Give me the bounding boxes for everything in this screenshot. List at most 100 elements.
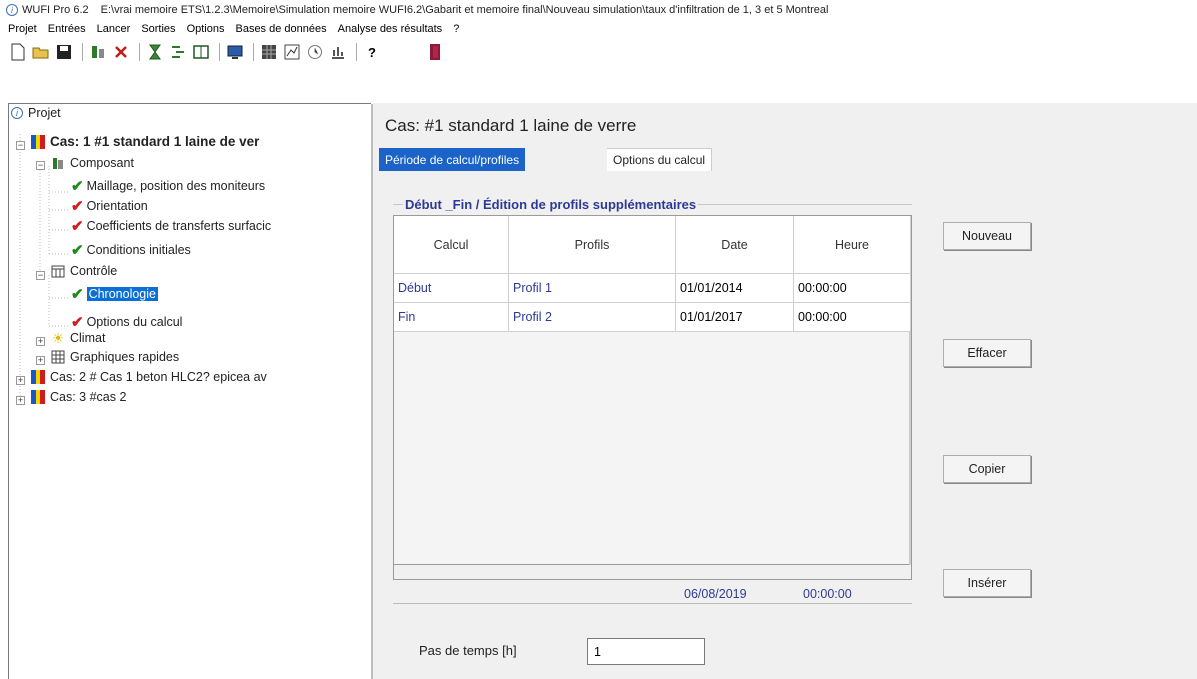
expand-graphiques-icon[interactable]: +: [36, 356, 45, 365]
expand-case2-icon[interactable]: +: [16, 376, 25, 385]
app-title: WUFI Pro 6.2: [22, 4, 89, 16]
menu-entrees[interactable]: Entrées: [48, 23, 86, 35]
open-folder-icon[interactable]: [31, 42, 51, 62]
exit-icon[interactable]: [425, 42, 445, 62]
cell-heure[interactable]: 00:00:00: [794, 274, 911, 303]
case-title: Cas: #1 standard 1 laine de verre: [385, 116, 637, 135]
cell-heure[interactable]: 00:00:00: [794, 303, 911, 332]
inserer-button[interactable]: Insérer: [943, 569, 1031, 597]
tree-label-projet: Projet: [28, 106, 61, 120]
grid-icon[interactable]: [259, 42, 279, 62]
collapse-composant-icon[interactable]: −: [36, 161, 45, 170]
checkmark-icon: ✔: [71, 242, 84, 259]
current-time: 00:00:00: [803, 587, 852, 601]
table-icon: [51, 350, 65, 364]
project-tree[interactable]: i Projet − Cas: 1 #1 standard 1 laine de…: [8, 103, 374, 679]
monitor-icon[interactable]: [225, 42, 245, 62]
tree-root-projet[interactable]: i Projet: [11, 106, 61, 120]
app-icon: i: [6, 4, 18, 16]
toolbar-separator: [253, 43, 254, 61]
sun-icon: ☀: [51, 329, 65, 346]
tree-controle[interactable]: Contrôle: [51, 264, 117, 278]
tree-label-controle: Contrôle: [70, 264, 118, 278]
tree-label-chronologie: Chronologie: [86, 287, 158, 301]
column-header-profils[interactable]: Profils: [509, 216, 676, 274]
title-bar: i WUFI Pro 6.2 E:\vrai memoire ETS\1.2.3…: [0, 0, 1197, 20]
menu-analyse[interactable]: Analyse des résultats: [338, 23, 443, 35]
menu-bases-de-donnees[interactable]: Bases de données: [235, 23, 326, 35]
column-header-calcul[interactable]: Calcul: [394, 216, 509, 274]
cell-date[interactable]: 01/01/2014: [676, 274, 794, 303]
info-icon: i: [11, 107, 23, 119]
column-header-date[interactable]: Date: [676, 216, 794, 274]
component-icon[interactable]: [88, 42, 108, 62]
tree-conditions[interactable]: ✔ Conditions initiales: [71, 241, 191, 259]
table-row[interactable]: Début Profil 1 01/01/2014 00:00:00: [394, 274, 911, 303]
table-header: Calcul Profils Date Heure: [394, 216, 911, 274]
cell-profil[interactable]: Profil 2: [509, 303, 676, 332]
menu-sorties[interactable]: Sorties: [141, 23, 175, 35]
tree-label-options-calcul: Options du calcul: [86, 315, 183, 329]
content-pane: Cas: #1 standard 1 laine de verre Périod…: [373, 103, 1197, 679]
tree-case3[interactable]: Cas: 3 #cas 2: [31, 390, 126, 404]
new-file-icon[interactable]: [8, 42, 28, 62]
tree-case1[interactable]: Cas: 1 #1 standard 1 laine de ver: [31, 134, 259, 149]
cell-calcul[interactable]: Début: [394, 274, 509, 303]
clock-icon[interactable]: [305, 42, 325, 62]
profiles-table[interactable]: Calcul Profils Date Heure Début Profil 1…: [393, 215, 912, 580]
checkmark-icon: ✔: [71, 286, 84, 303]
collapse-case1-icon[interactable]: −: [16, 141, 25, 150]
pas-de-temps-label: Pas de temps [h]: [419, 643, 517, 658]
save-icon[interactable]: [54, 42, 74, 62]
tree-composant[interactable]: Composant: [51, 156, 134, 170]
nouveau-button[interactable]: Nouveau: [943, 222, 1031, 250]
sequence-icon[interactable]: [168, 42, 188, 62]
expand-case3-icon[interactable]: +: [16, 396, 25, 405]
collapse-controle-icon[interactable]: −: [36, 271, 45, 280]
tab-options-calcul[interactable]: Options du calcul: [607, 148, 713, 171]
cell-calcul[interactable]: Fin: [394, 303, 509, 332]
column-header-heure[interactable]: Heure: [794, 216, 911, 274]
menu-help[interactable]: ?: [453, 23, 459, 35]
group-title: Début _Fin / Édition de profils suppléme…: [403, 197, 699, 212]
tree-maillage[interactable]: ✔ Maillage, position des moniteurs: [71, 177, 265, 195]
tree-label-maillage: Maillage, position des moniteurs: [86, 179, 266, 193]
tree-coefficients[interactable]: ✔ Coefficients de transferts surfacic: [71, 217, 271, 235]
toolbar-separator: [356, 43, 357, 61]
case-icon: [31, 370, 45, 384]
menu-projet[interactable]: Projet: [8, 23, 37, 35]
menu-bar: Projet Entrées Lancer Sorties Options Ba…: [0, 20, 1197, 38]
menu-options[interactable]: Options: [187, 23, 225, 35]
menu-lancer[interactable]: Lancer: [97, 23, 131, 35]
table-row[interactable]: Fin Profil 2 01/01/2017 00:00:00: [394, 303, 911, 332]
tree-options-calcul[interactable]: ✔ Options du calcul: [71, 313, 182, 331]
table-scrollbar[interactable]: [909, 332, 911, 565]
cell-profil[interactable]: Profil 1: [509, 274, 676, 303]
tree-label-orientation: Orientation: [86, 199, 148, 213]
layout-icon[interactable]: [191, 42, 211, 62]
hourglass-icon[interactable]: [145, 42, 165, 62]
tree-label-conditions: Conditions initiales: [86, 243, 191, 257]
tree-case2[interactable]: Cas: 2 # Cas 1 beton HLC2? epicea av: [31, 370, 267, 384]
tree-orientation[interactable]: ✔ Orientation: [71, 197, 148, 215]
chart-icon[interactable]: [328, 42, 348, 62]
pas-de-temps-input[interactable]: 1: [587, 638, 705, 665]
table-empty-area[interactable]: [394, 332, 911, 565]
tree-graphiques[interactable]: Graphiques rapides: [51, 350, 179, 364]
graph-icon[interactable]: [282, 42, 302, 62]
tree-climat[interactable]: ☀ Climat: [51, 329, 106, 346]
copier-button[interactable]: Copier: [943, 455, 1031, 483]
delete-icon[interactable]: [111, 42, 131, 62]
cell-date[interactable]: 01/01/2017: [676, 303, 794, 332]
component-icon: [51, 156, 65, 170]
checkmark-icon: ✔: [71, 218, 84, 235]
checkmark-icon: ✔: [71, 314, 84, 331]
expand-climat-icon[interactable]: +: [36, 337, 45, 346]
help-icon[interactable]: ?: [362, 42, 382, 62]
effacer-button[interactable]: Effacer: [943, 339, 1031, 367]
footer-divider: [393, 603, 912, 604]
tree-chronologie[interactable]: ✔ Chronologie: [71, 285, 158, 303]
toolbar-separator: [139, 43, 140, 61]
tab-periode-calcul[interactable]: Période de calcul/profiles: [379, 148, 526, 171]
tree-label-climat: Climat: [70, 331, 106, 345]
